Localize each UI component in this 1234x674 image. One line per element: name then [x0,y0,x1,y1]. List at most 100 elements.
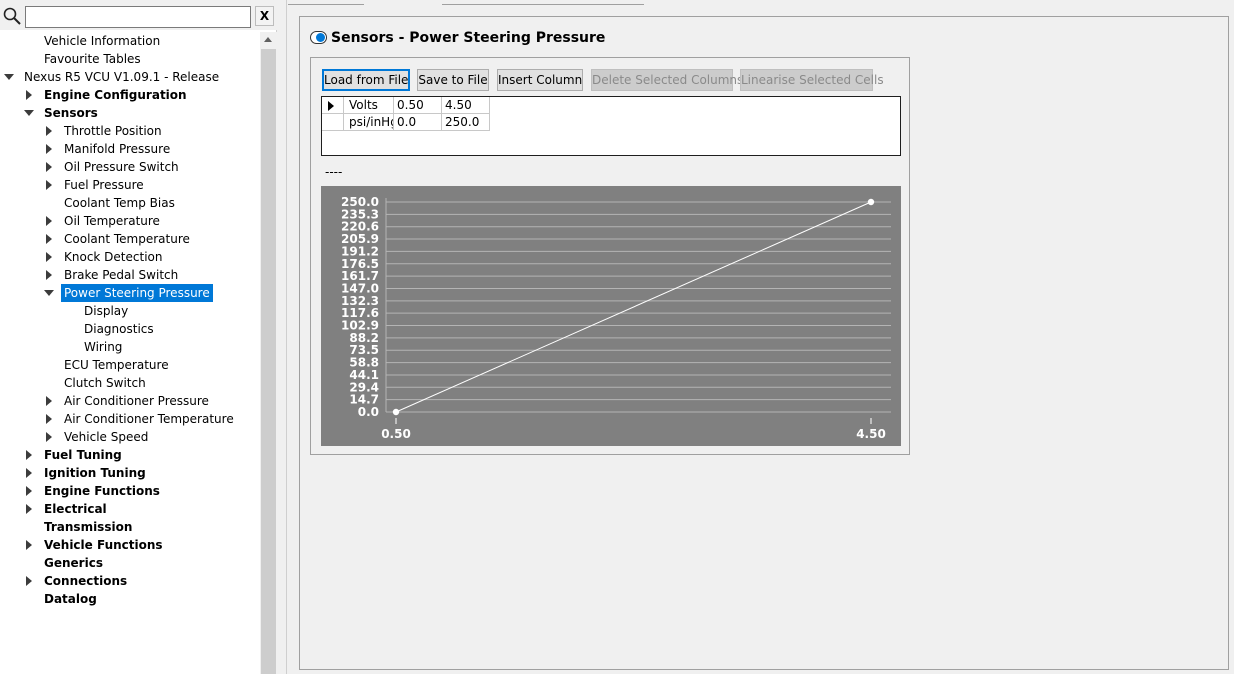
tree-item[interactable]: Vehicle Speed [0,428,260,446]
tree-item[interactable]: Oil Temperature [0,212,260,230]
tree-item-label: Vehicle Functions [44,538,163,552]
panel-splitter[interactable] [277,0,287,674]
scroll-thumb[interactable] [261,49,276,674]
tree-item[interactable]: Diagnostics [0,320,260,338]
tree-item[interactable]: Air Conditioner Pressure [0,392,260,410]
chevron-right-icon[interactable] [43,392,55,410]
row-selector[interactable] [322,97,344,114]
data-point[interactable] [392,408,400,416]
tree-item[interactable]: Vehicle Information [0,32,260,50]
tree-item-label: Oil Pressure Switch [64,160,179,174]
tab-edge[interactable] [442,0,644,5]
tree-item[interactable]: Transmission [0,518,260,536]
tree-item[interactable]: ECU Temperature [0,356,260,374]
clear-search-button[interactable]: X [255,6,274,26]
tree-item[interactable]: Wiring [0,338,260,356]
tree-item-label: Coolant Temperature [64,232,190,246]
chevron-down-icon[interactable] [23,104,35,122]
chevron-right-icon[interactable] [23,482,35,500]
tree-item[interactable]: Nexus R5 VCU V1.09.1 - Release [0,68,260,86]
data-point[interactable] [867,198,875,206]
chevron-right-icon[interactable] [43,158,55,176]
tree-item-label: Power Steering Pressure [61,284,213,302]
tree-item[interactable]: Fuel Pressure [0,176,260,194]
chevron-right-icon[interactable] [23,536,35,554]
tree-item-label: Electrical [44,502,107,516]
row-header: psi/inHg [344,114,394,131]
tree-item[interactable]: Brake Pedal Switch [0,266,260,284]
scroll-up-arrow-icon[interactable] [260,32,277,49]
chevron-right-icon[interactable] [43,428,55,446]
chevron-right-icon[interactable] [23,500,35,518]
tree-item[interactable]: Electrical [0,500,260,518]
tree-item[interactable]: Coolant Temperature [0,230,260,248]
tree-item[interactable]: Generics [0,554,260,572]
chevron-right-icon[interactable] [43,140,55,158]
tree-item[interactable]: Vehicle Functions [0,536,260,554]
tree-item[interactable]: Ignition Tuning [0,464,260,482]
tree-item[interactable]: Engine Configuration [0,86,260,104]
tree-item-label: Manifold Pressure [64,142,171,156]
pressure-chart[interactable]: 250.0 235.3 220.6 205.9 191.2 176.5 161.7 147.0… [321,186,901,446]
tree-item[interactable]: Throttle Position [0,122,260,140]
chevron-right-icon[interactable] [23,86,35,104]
tree-item-label: Datalog [44,592,97,606]
settings-tree: Vehicle Information Favourite Tables Nexus… [0,32,260,674]
table-cell[interactable]: 4.50 [442,97,490,114]
tree-item[interactable]: Clutch Switch [0,374,260,392]
tree-item-label: Ignition Tuning [44,466,146,480]
tab-edge[interactable] [288,0,364,5]
chevron-right-icon[interactable] [43,266,55,284]
tree-item[interactable]: Oil Pressure Switch [0,158,260,176]
tree-item[interactable]: Connections [0,572,260,590]
tab-strip [288,0,1234,6]
tree-item[interactable]: Sensors [0,104,260,122]
tree-item-label: Engine Functions [44,484,160,498]
tree-item[interactable]: Display [0,302,260,320]
chevron-right-icon[interactable] [43,122,55,140]
chevron-down-icon[interactable] [43,284,55,302]
tree-item[interactable]: Fuel Tuning [0,446,260,464]
search-bar: X [0,0,277,30]
row-selector[interactable] [322,114,344,131]
calibration-table: Volts 0.50 4.50 psi/inHg 0.0 250.0 [321,96,901,156]
tree-item[interactable]: Manifold Pressure [0,140,260,158]
tree-item[interactable]: Favourite Tables [0,50,260,68]
chevron-right-icon[interactable] [23,446,35,464]
chevron-right-icon[interactable] [43,410,55,428]
row-header: Volts [344,97,394,114]
chevron-right-icon[interactable] [23,572,35,590]
chevron-right-icon[interactable] [43,230,55,248]
tree-item[interactable]: Datalog [0,590,260,608]
tree-item-label: Knock Detection [64,250,163,264]
tree-item[interactable]: Air Conditioner Temperature [0,410,260,428]
tree-item[interactable]: Engine Functions [0,482,260,500]
tree-item[interactable]: Coolant Temp Bias [0,194,260,212]
chevron-down-icon[interactable] [3,68,15,86]
tree-item-label: Air Conditioner Pressure [64,394,209,408]
chevron-right-icon[interactable] [23,464,35,482]
chevron-right-icon[interactable] [43,248,55,266]
table-cell[interactable]: 0.0 [394,114,442,131]
chevron-right-icon[interactable] [43,176,55,194]
tree-item-label: Generics [44,556,103,570]
linearise-selected-cells-button[interactable]: Linearise Selected Cells [740,69,884,91]
tree-scrollbar[interactable] [260,32,277,674]
tree-item-label: Vehicle Speed [64,430,149,444]
tree-item-label: Clutch Switch [64,376,146,390]
tree-item[interactable]: Power Steering Pressure [0,284,260,302]
chevron-right-icon[interactable] [43,212,55,230]
insert-column-button[interactable]: Insert Column [497,69,583,91]
tree-item-label: Connections [44,574,128,588]
table-cell[interactable]: 0.50 [394,97,442,114]
tree-item[interactable]: Knock Detection [0,248,260,266]
save-to-file-button[interactable]: Save to File [417,69,489,91]
x-tick-label: 4.50 [856,427,886,441]
delete-selected-columns-button[interactable]: Delete Selected Columns [591,69,743,91]
search-icon [3,7,21,25]
load-from-file-button[interactable]: Load from File [322,69,410,91]
chart-canvas[interactable]: 250.0235.3220.6205.9191.2176.5161.7147.0… [321,186,901,446]
table-cell[interactable]: 250.0 [442,114,490,131]
search-input[interactable] [25,6,251,28]
tree-item-label: Sensors [44,106,98,120]
